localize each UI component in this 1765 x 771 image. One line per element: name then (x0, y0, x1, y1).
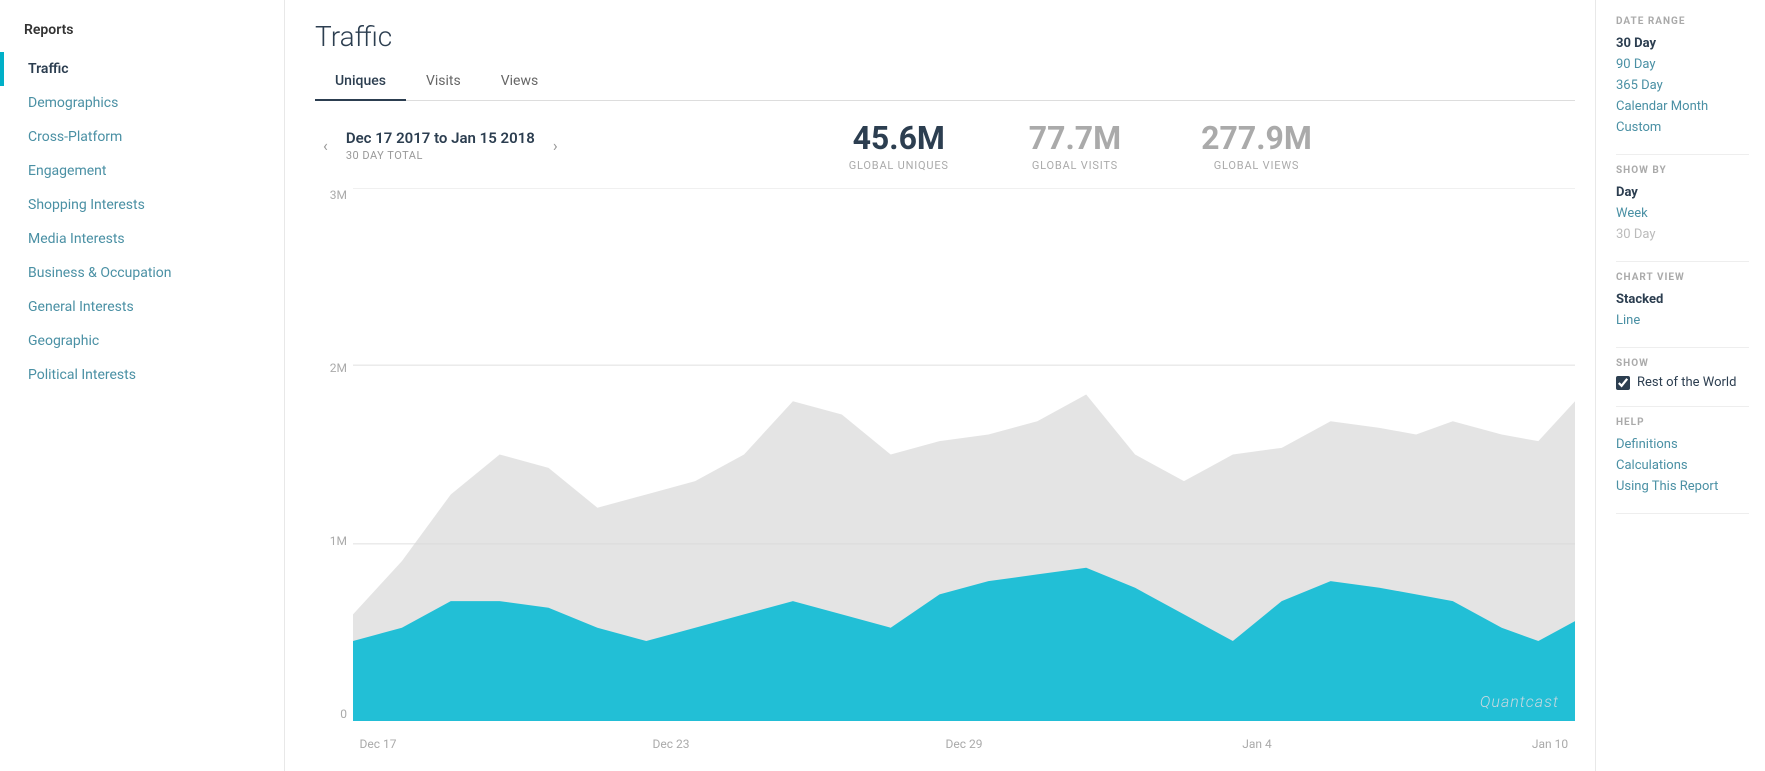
sidebar-item-demographics[interactable]: Demographics (0, 86, 284, 120)
chart-y-labels: 3M 2M 1M 0 (315, 188, 353, 721)
rp-option-week[interactable]: Week (1616, 203, 1749, 224)
sidebar-reports-label: Reports (0, 18, 284, 52)
rp-option-stacked[interactable]: Stacked (1616, 289, 1749, 310)
rp-option-definitions[interactable]: Definitions (1616, 434, 1749, 455)
tabs: UniquesVisitsViews (315, 65, 1575, 101)
tab-visits[interactable]: Visits (406, 65, 481, 101)
rp-checkbox-label-show: Rest of the World (1637, 375, 1736, 390)
rp-section-show-by: SHOW BY DayWeek30 Day (1616, 165, 1749, 245)
rp-section-show: SHOW Rest of the World (1616, 358, 1749, 390)
rp-option-365day[interactable]: 365 Day (1616, 75, 1749, 96)
chart-x-labels: Dec 17 Dec 23 Dec 29 Jan 4 Jan 10 (353, 723, 1575, 751)
sidebar-item-geographic[interactable]: Geographic (0, 324, 284, 358)
tab-views[interactable]: Views (481, 65, 559, 101)
chart-y-label: 0 (340, 707, 347, 721)
rp-section-date-range: DATE RANGE 30 Day90 Day365 DayCalendar Mo… (1616, 16, 1749, 138)
sidebar: Reports TrafficDemographicsCross-Platfor… (0, 0, 285, 771)
sidebar-item-engagement[interactable]: Engagement (0, 154, 284, 188)
stats-block: 45.6M GLOBAL UNIQUES 77.7M GLOBAL VISITS 277… (586, 119, 1575, 172)
chart-x-label: Dec 23 (646, 737, 696, 751)
sidebar-item-business-occupation[interactable]: Business & Occupation (0, 256, 284, 290)
sidebar-item-media-interests[interactable]: Media Interests (0, 222, 284, 256)
date-sub: 30 DAY TOTAL (346, 149, 535, 162)
rp-divider (1616, 347, 1749, 348)
date-range-text: Dec 17 2017 to Jan 15 2018 (346, 129, 535, 147)
sidebar-nav: TrafficDemographicsCross-PlatformEngagem… (0, 52, 284, 392)
rp-divider (1616, 513, 1749, 514)
chart-x-label: Jan 10 (1525, 737, 1575, 751)
rp-option-using-this-report[interactable]: Using This Report (1616, 476, 1749, 497)
chart-svg (353, 188, 1575, 721)
rp-checkbox-row-show: Rest of the World (1616, 375, 1749, 390)
sidebar-item-traffic[interactable]: Traffic (0, 52, 284, 86)
rp-section-label-chart-view: CHART VIEW (1616, 272, 1749, 283)
main-content: Traffic UniquesVisitsViews ‹ Dec 17 2017… (285, 0, 1595, 771)
chart-container: 3M 2M 1M 0 Dec 17 Dec 23 Dec 29 Jan 4 Jan 10 Qu… (315, 188, 1575, 751)
rp-option-calculations[interactable]: Calculations (1616, 455, 1749, 476)
rp-divider (1616, 154, 1749, 155)
chart-inner (353, 188, 1575, 721)
tab-uniques[interactable]: Uniques (315, 65, 406, 101)
stat-label-global-views: GLOBAL VIEWS (1201, 159, 1312, 172)
stat-value-global-uniques: 45.6M (849, 119, 949, 157)
stat-global-views: 277.9M GLOBAL VIEWS (1201, 119, 1312, 172)
sidebar-item-cross-platform[interactable]: Cross-Platform (0, 120, 284, 154)
rp-divider (1616, 261, 1749, 262)
stat-label-global-visits: GLOBAL VISITS (1029, 159, 1121, 172)
rp-option-90day[interactable]: 90 Day (1616, 54, 1749, 75)
chart-y-label: 1M (330, 534, 347, 548)
stat-global-visits: 77.7M GLOBAL VISITS (1029, 119, 1121, 172)
rp-section-label-date-range: DATE RANGE (1616, 16, 1749, 27)
stat-value-global-views: 277.9M (1201, 119, 1312, 157)
chart-watermark: Quantcast (1480, 692, 1559, 711)
rp-section-label-help: HELP (1616, 417, 1749, 428)
page-title: Traffic (315, 20, 1575, 53)
sidebar-item-political-interests[interactable]: Political Interests (0, 358, 284, 392)
rp-option-30day-show[interactable]: 30 Day (1616, 224, 1749, 245)
stat-label-global-uniques: GLOBAL UNIQUES (849, 159, 949, 172)
next-arrow[interactable]: › (545, 132, 566, 159)
date-nav: ‹ Dec 17 2017 to Jan 15 2018 30 DAY TOTA… (315, 129, 566, 162)
rp-section-label-show: SHOW (1616, 358, 1749, 369)
chart-x-label: Dec 29 (939, 737, 989, 751)
stat-value-global-visits: 77.7M (1029, 119, 1121, 157)
rp-option-calendar-month[interactable]: Calendar Month (1616, 96, 1749, 117)
sidebar-item-general-interests[interactable]: General Interests (0, 290, 284, 324)
stat-global-uniques: 45.6M GLOBAL UNIQUES (849, 119, 949, 172)
rp-option-30day[interactable]: 30 Day (1616, 33, 1749, 54)
chart-x-label: Dec 17 (353, 737, 403, 751)
rp-section-help: HELP DefinitionsCalculationsUsing This Re… (1616, 417, 1749, 497)
chart-y-label: 2M (330, 361, 347, 375)
prev-arrow[interactable]: ‹ (315, 132, 336, 159)
rp-option-line[interactable]: Line (1616, 310, 1749, 331)
right-panel: DATE RANGE30 Day90 Day365 DayCalendar Mo… (1595, 0, 1765, 771)
date-label-block: Dec 17 2017 to Jan 15 2018 30 DAY TOTAL (346, 129, 535, 162)
rp-option-day[interactable]: Day (1616, 182, 1749, 203)
rp-section-label-show-by: SHOW BY (1616, 165, 1749, 176)
chart-y-label: 3M (330, 188, 347, 202)
sidebar-item-shopping-interests[interactable]: Shopping Interests (0, 188, 284, 222)
rp-divider (1616, 406, 1749, 407)
chart-x-label: Jan 4 (1232, 737, 1282, 751)
rp-section-chart-view: CHART VIEW StackedLine (1616, 272, 1749, 331)
date-stats-row: ‹ Dec 17 2017 to Jan 15 2018 30 DAY TOTA… (315, 119, 1575, 172)
rp-option-custom[interactable]: Custom (1616, 117, 1749, 138)
rp-checkbox-show[interactable] (1616, 376, 1630, 390)
